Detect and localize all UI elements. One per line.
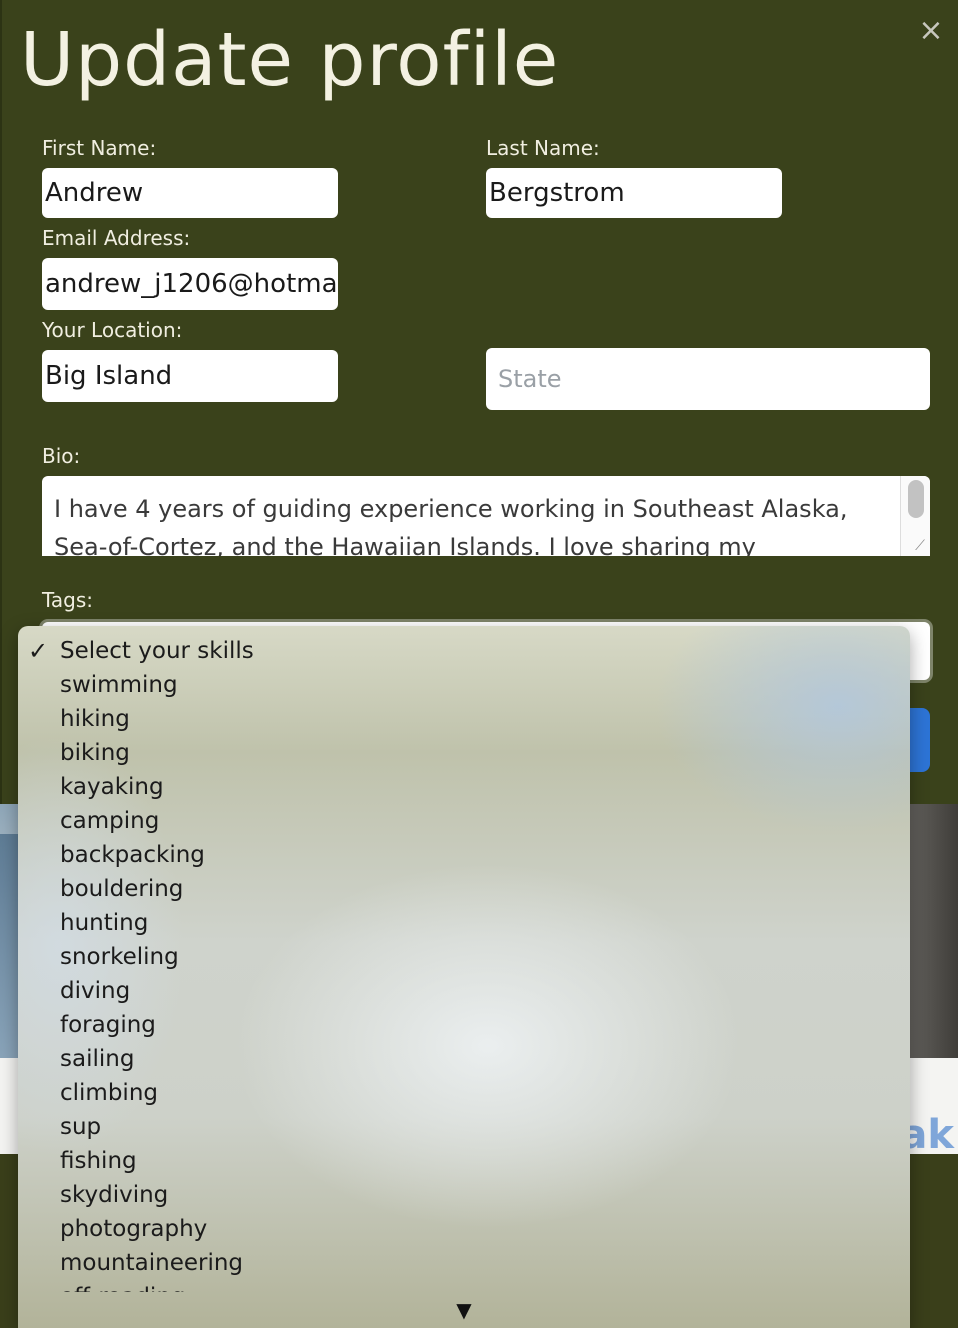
last-name-input[interactable]: Bergstrom xyxy=(486,168,782,218)
location-label: Your Location: xyxy=(42,318,183,342)
dropdown-option[interactable]: bouldering xyxy=(18,872,910,906)
dropdown-option[interactable]: diving xyxy=(18,974,910,1008)
email-input[interactable]: andrew_j1206@hotma xyxy=(42,258,338,310)
dropdown-option[interactable]: biking xyxy=(18,736,910,770)
dropdown-option-label: camping xyxy=(60,808,160,834)
dropdown-option[interactable]: hunting xyxy=(18,906,910,940)
dropdown-option[interactable]: camping xyxy=(18,804,910,838)
first-name-label: First Name: xyxy=(42,136,157,160)
dropdown-option-label: sailing xyxy=(60,1046,135,1072)
dropdown-option[interactable]: foraging xyxy=(18,1008,910,1042)
dropdown-options-list: ✓ Select your skills swimming hiking biking k… xyxy=(18,634,910,1292)
email-label: Email Address: xyxy=(42,226,191,250)
tags-dropdown-menu[interactable]: ✓ Select your skills swimming hiking biking k… xyxy=(18,626,910,1328)
city-input[interactable]: Big Island xyxy=(42,350,338,402)
dropdown-option-label: photography xyxy=(60,1216,208,1242)
bio-text: I have 4 years of guiding experience wor… xyxy=(54,495,848,556)
dropdown-option[interactable]: hiking xyxy=(18,702,910,736)
dropdown-option[interactable]: photography xyxy=(18,1212,910,1246)
close-icon[interactable]: × xyxy=(914,14,948,48)
dropdown-option[interactable]: climbing xyxy=(18,1076,910,1110)
first-name-input[interactable]: Andrew xyxy=(42,168,338,218)
dropdown-option[interactable]: skydiving xyxy=(18,1178,910,1212)
bio-scrollbar[interactable]: ⟋ xyxy=(900,476,930,556)
dropdown-option[interactable]: sup xyxy=(18,1110,910,1144)
dropdown-option[interactable]: kayaking xyxy=(18,770,910,804)
last-name-label: Last Name: xyxy=(486,136,600,160)
dropdown-option-label: hunting xyxy=(60,910,149,936)
dropdown-option-label: backpacking xyxy=(60,842,205,868)
dropdown-option-label: kayaking xyxy=(60,774,164,800)
dropdown-option-label: foraging xyxy=(60,1012,156,1038)
tags-label: Tags: xyxy=(42,588,94,612)
dropdown-option-label: off-roading xyxy=(60,1284,186,1292)
dropdown-option-label: hiking xyxy=(60,706,130,732)
dropdown-option[interactable]: sailing xyxy=(18,1042,910,1076)
dropdown-option[interactable]: off-roading xyxy=(18,1280,910,1292)
dropdown-option-label: diving xyxy=(60,978,131,1004)
dropdown-option-label: skydiving xyxy=(60,1182,169,1208)
bio-scrollbar-thumb[interactable] xyxy=(908,480,924,518)
modal-title: Update profile xyxy=(20,17,560,103)
dropdown-option[interactable]: backpacking xyxy=(18,838,910,872)
bio-textarea[interactable]: I have 4 years of guiding experience wor… xyxy=(42,476,930,556)
dropdown-option-label: sup xyxy=(60,1114,102,1140)
dropdown-option[interactable]: mountaineering xyxy=(18,1246,910,1280)
dropdown-option[interactable]: swimming xyxy=(18,668,910,702)
dropdown-option[interactable]: snorkeling xyxy=(18,940,910,974)
dropdown-option-selected[interactable]: ✓ Select your skills xyxy=(18,634,910,668)
dropdown-option[interactable]: fishing xyxy=(18,1144,910,1178)
checkmark-icon: ✓ xyxy=(28,637,49,665)
resize-grip-icon[interactable]: ⟋ xyxy=(912,538,928,554)
dropdown-option-label: snorkeling xyxy=(60,944,179,970)
dropdown-option-label: bouldering xyxy=(60,876,184,902)
scroll-down-arrow-icon[interactable]: ▼ xyxy=(452,1300,476,1320)
dropdown-option-label: biking xyxy=(60,740,130,766)
state-input[interactable]: State xyxy=(486,348,930,410)
dropdown-option-label: fishing xyxy=(60,1148,137,1174)
dropdown-option-label: climbing xyxy=(60,1080,158,1106)
bio-label: Bio: xyxy=(42,444,81,468)
dropdown-options-viewport: ✓ Select your skills swimming hiking biking k… xyxy=(18,626,910,1292)
dropdown-option-label: mountaineering xyxy=(60,1250,244,1276)
dropdown-option-label: swimming xyxy=(60,672,178,698)
dropdown-option-label: Select your skills xyxy=(60,638,254,664)
